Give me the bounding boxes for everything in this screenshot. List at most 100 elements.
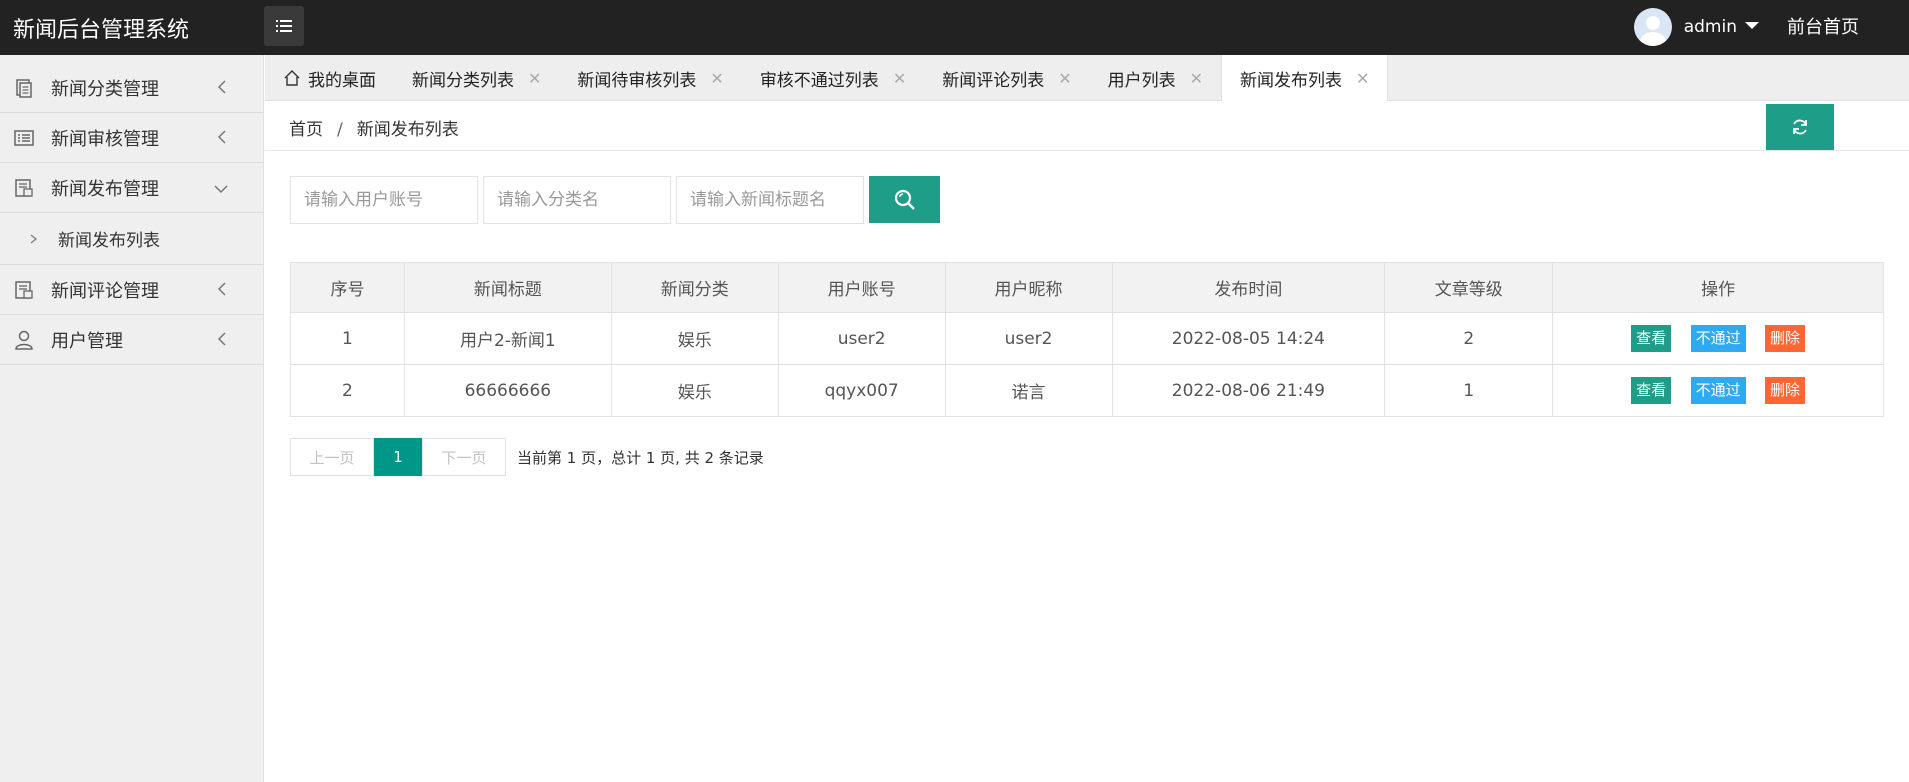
prev-page-button[interactable]: 上一页 bbox=[290, 438, 374, 476]
page-number-current[interactable]: 1 bbox=[374, 438, 422, 476]
menu-toggle-button[interactable] bbox=[264, 6, 304, 46]
sidebar-subitem-publish-list[interactable]: 新闻发布列表 bbox=[0, 213, 263, 265]
next-page-button[interactable]: 下一页 bbox=[422, 438, 506, 476]
breadcrumb-current: 新闻发布列表 bbox=[356, 120, 459, 140]
breadcrumb-bar: 首页 / 新闻发布列表 bbox=[265, 101, 1909, 151]
cell-category: 娱乐 bbox=[610, 312, 779, 365]
column-header: 发布时间 bbox=[1111, 262, 1386, 313]
cell-category: 娱乐 bbox=[610, 364, 779, 417]
sidebar-item-category[interactable]: 新闻分类管理 bbox=[0, 63, 263, 113]
tab-rejected-list[interactable]: 审核不通过列表 ✕ bbox=[742, 55, 924, 101]
cell-level: 1 bbox=[1384, 364, 1554, 417]
tab-label: 新闻发布列表 bbox=[1240, 70, 1343, 91]
news-table: 序号 新闻标题 新闻分类 用户账号 用户昵称 发布时间 文章等级 操作 1 用户… bbox=[290, 262, 1884, 417]
chevron-right-icon bbox=[30, 234, 37, 244]
close-icon[interactable]: ✕ bbox=[1058, 69, 1071, 88]
user-icon bbox=[15, 330, 33, 350]
caret-down-icon[interactable] bbox=[1745, 21, 1759, 29]
table-row: 2 66666666 娱乐 qqyx007 诺言 2022-08-06 21:4… bbox=[290, 364, 1884, 417]
cell-time: 2022-08-05 14:24 bbox=[1111, 312, 1386, 365]
view-button[interactable]: 查看 bbox=[1631, 377, 1672, 404]
search-button[interactable] bbox=[869, 176, 940, 223]
list-icon bbox=[14, 130, 34, 146]
tab-publish-list[interactable]: 新闻发布列表 ✕ bbox=[1221, 55, 1389, 101]
sidebar-item-label: 用户管理 bbox=[51, 330, 123, 352]
pagination: 上一页 1 下一页 当前第 1 页，总计 1 页, 共 2 条记录 bbox=[290, 438, 764, 476]
username[interactable]: admin bbox=[1684, 17, 1737, 37]
sidebar: 新闻分类管理 新闻审核管理 新闻发布管理 新闻发布列表 新闻评论管理 用户管理 bbox=[0, 55, 264, 782]
close-icon[interactable]: ✕ bbox=[1356, 69, 1369, 88]
document-icon bbox=[16, 79, 32, 98]
refresh-button[interactable] bbox=[1766, 104, 1834, 150]
column-header: 用户账号 bbox=[777, 262, 946, 313]
home-icon bbox=[284, 70, 300, 86]
pagination-info: 当前第 1 页，总计 1 页, 共 2 条记录 bbox=[517, 448, 764, 467]
reject-button[interactable]: 不通过 bbox=[1690, 377, 1746, 404]
cell-nickname: 诺言 bbox=[944, 364, 1113, 417]
tab-category-list[interactable]: 新闻分类列表 ✕ bbox=[394, 55, 559, 101]
close-icon[interactable]: ✕ bbox=[1190, 69, 1203, 88]
refresh-icon bbox=[1793, 119, 1807, 135]
sidebar-subitem-label: 新闻发布列表 bbox=[58, 231, 160, 251]
close-icon[interactable]: ✕ bbox=[710, 69, 723, 88]
column-header: 操作 bbox=[1552, 262, 1884, 313]
avatar[interactable] bbox=[1633, 8, 1672, 46]
sidebar-item-users[interactable]: 用户管理 bbox=[0, 315, 263, 365]
tab-pending-review[interactable]: 新闻待审核列表 ✕ bbox=[559, 55, 741, 101]
tab-comment-list[interactable]: 新闻评论列表 ✕ bbox=[924, 55, 1089, 101]
chevron-down-icon bbox=[214, 185, 228, 194]
tab-label: 用户列表 bbox=[1107, 70, 1176, 91]
tab-label: 新闻待审核列表 bbox=[577, 70, 697, 91]
breadcrumb-home[interactable]: 首页 bbox=[289, 120, 323, 140]
cell-no: 2 bbox=[290, 364, 405, 417]
breadcrumb-separator: / bbox=[337, 120, 343, 140]
cell-no: 1 bbox=[290, 312, 405, 365]
chevron-left-icon bbox=[217, 332, 226, 346]
search-icon bbox=[894, 189, 915, 210]
top-header: 新闻后台管理系统 admin 前台首页 bbox=[0, 0, 1909, 55]
close-icon[interactable]: ✕ bbox=[528, 69, 541, 88]
delete-button[interactable]: 删除 bbox=[1765, 325, 1806, 352]
sidebar-item-review[interactable]: 新闻审核管理 bbox=[0, 113, 263, 163]
cell-time: 2022-08-06 21:49 bbox=[1111, 364, 1386, 417]
tab-user-list[interactable]: 用户列表 ✕ bbox=[1090, 55, 1221, 101]
chevron-left-icon bbox=[217, 130, 226, 144]
sidebar-item-publish[interactable]: 新闻发布管理 bbox=[0, 163, 263, 213]
column-header: 序号 bbox=[290, 262, 405, 313]
sidebar-item-label: 新闻发布管理 bbox=[51, 178, 159, 200]
table-header-row: 序号 新闻标题 新闻分类 用户账号 用户昵称 发布时间 文章等级 操作 bbox=[290, 262, 1884, 313]
chevron-left-icon bbox=[217, 282, 226, 296]
publish-icon bbox=[15, 179, 33, 197]
tab-bar: 我的桌面 新闻分类列表 ✕ 新闻待审核列表 ✕ 审核不通过列表 ✕ 新闻评论列表 ✕ 用… bbox=[265, 55, 1909, 101]
title-search-input[interactable] bbox=[676, 176, 864, 224]
close-icon[interactable]: ✕ bbox=[893, 69, 906, 88]
user-menu[interactable]: admin bbox=[1633, 7, 1759, 47]
column-header: 新闻标题 bbox=[403, 262, 612, 313]
sidebar-item-comment[interactable]: 新闻评论管理 bbox=[0, 265, 263, 315]
cell-title: 66666666 bbox=[403, 364, 612, 417]
chevron-left-icon bbox=[217, 80, 226, 94]
cell-title: 用户2-新闻1 bbox=[403, 312, 612, 365]
view-button[interactable]: 查看 bbox=[1631, 325, 1672, 352]
sidebar-item-label: 新闻分类管理 bbox=[51, 78, 159, 100]
search-form bbox=[290, 176, 940, 224]
column-header: 用户昵称 bbox=[944, 262, 1113, 313]
table-row: 1 用户2-新闻1 娱乐 user2 user2 2022-08-05 14:2… bbox=[290, 312, 1884, 365]
account-search-input[interactable] bbox=[290, 176, 478, 224]
cell-actions: 查看 不通过 删除 bbox=[1552, 312, 1884, 365]
tab-label: 新闻分类列表 bbox=[412, 70, 514, 91]
tab-label: 我的桌面 bbox=[308, 70, 376, 91]
comment-icon bbox=[15, 281, 33, 299]
tab-desktop[interactable]: 我的桌面 bbox=[265, 55, 394, 101]
reject-button[interactable]: 不通过 bbox=[1690, 325, 1746, 352]
cell-actions: 查看 不通过 删除 bbox=[1552, 364, 1884, 417]
delete-button[interactable]: 删除 bbox=[1765, 377, 1806, 404]
column-header: 新闻分类 bbox=[610, 262, 779, 313]
sidebar-item-label: 新闻审核管理 bbox=[51, 128, 159, 150]
sidebar-item-label: 新闻评论管理 bbox=[51, 280, 159, 302]
column-header: 文章等级 bbox=[1384, 262, 1554, 313]
front-home-link[interactable]: 前台首页 bbox=[1787, 13, 1859, 39]
hamburger-icon bbox=[276, 20, 292, 32]
tab-label: 审核不通过列表 bbox=[759, 70, 879, 91]
category-search-input[interactable] bbox=[483, 176, 671, 224]
